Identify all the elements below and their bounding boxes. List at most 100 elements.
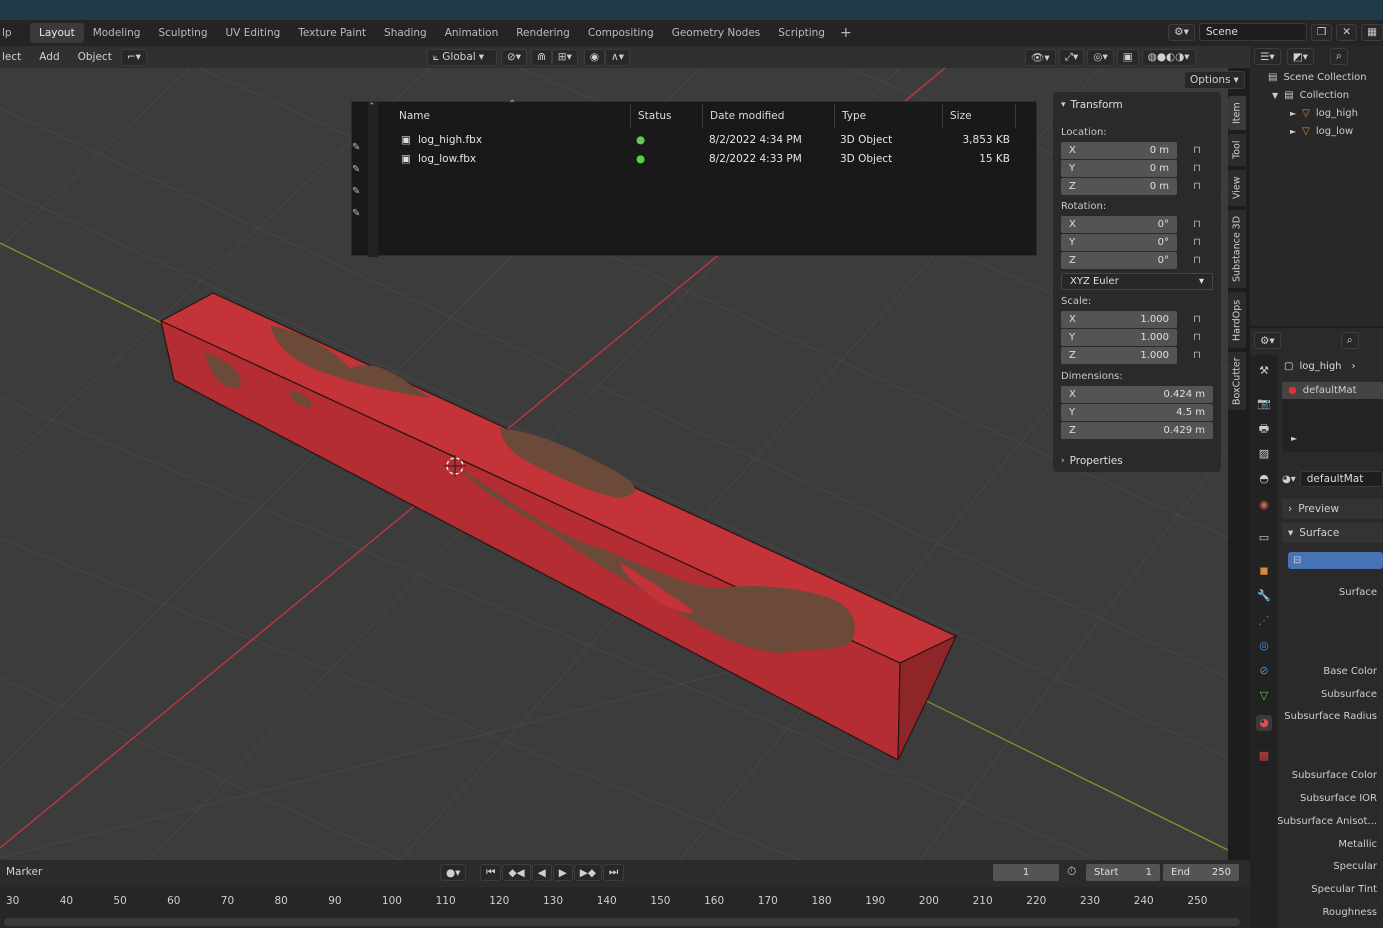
world-icon[interactable]: ◉ [1256, 497, 1272, 513]
start-frame-field[interactable]: Start 1 [1086, 864, 1160, 881]
rotation-y-field[interactable]: Y 0° [1061, 234, 1177, 251]
lock-icon[interactable]: ⊓ [1193, 332, 1205, 343]
scale-y-field[interactable]: Y 1.000 [1061, 329, 1177, 346]
pivot-point-icon[interactable]: ⊘▾ [500, 48, 527, 66]
column-header-type[interactable]: Type [835, 104, 943, 128]
falloff-icon[interactable]: ∧▾ [605, 48, 631, 66]
scene-name-field[interactable]: Scene [1198, 23, 1307, 41]
menu-add[interactable]: Add [30, 51, 68, 63]
constraints-icon[interactable]: ⊘ [1256, 663, 1272, 679]
overlay-icon[interactable]: ◎▾ [1087, 48, 1114, 66]
outliner-collection[interactable]: ▼ ▤ Collection [1272, 90, 1349, 101]
tab-sculpting[interactable]: Sculpting [149, 23, 216, 43]
lock-icon[interactable]: ⊓ [1193, 255, 1205, 266]
next-keyframe-icon[interactable]: ▶◆ [573, 864, 602, 881]
dimensions-z-field[interactable]: Z 0.429 m [1061, 422, 1213, 439]
tab-geometry-nodes[interactable]: Geometry Nodes [663, 23, 770, 43]
play-reverse-icon[interactable]: ◀ [531, 864, 552, 881]
transform-panel-header[interactable]: ▾ Transform [1061, 96, 1123, 113]
use-nodes-button[interactable]: ⊟ [1288, 552, 1383, 569]
shading-modes-icon[interactable]: ◍●◐◑▾ [1141, 48, 1196, 66]
lock-icon[interactable]: ⊓ [1193, 145, 1205, 156]
file-browser-scroll-track[interactable]: ⌃ [368, 102, 378, 257]
pin-icon[interactable]: ✎ [352, 186, 360, 197]
transform-orientation-dropdown[interactable]: ⟀ Global ▾ [426, 48, 497, 66]
material-browse-icon[interactable]: ◕▾ [1282, 474, 1296, 485]
lock-icon[interactable]: ⊓ [1193, 350, 1205, 361]
jump-start-icon[interactable]: ⏮ [480, 864, 502, 881]
material-slot[interactable]: ● defaultMat [1282, 382, 1383, 399]
surface-panel-header[interactable]: ▾ Surface [1282, 523, 1383, 543]
current-frame-field[interactable]: 1 [993, 864, 1059, 881]
delete-scene-icon[interactable]: ✕ [1336, 23, 1358, 41]
lock-icon[interactable]: ⊓ [1193, 219, 1205, 230]
tab-tool[interactable]: Tool [1228, 134, 1246, 166]
render-icon[interactable]: 📷 [1256, 396, 1272, 412]
end-frame-field[interactable]: End 250 [1163, 864, 1239, 881]
xray-icon[interactable]: ▣ [1116, 48, 1139, 66]
display-mode-icon[interactable]: ◩▾ [1286, 48, 1314, 65]
outliner-scene-collection[interactable]: ▤ Scene Collection [1268, 72, 1367, 83]
material-icon[interactable]: ◕ [1256, 715, 1272, 731]
proportional-edit-icon[interactable]: ◉ [583, 48, 606, 66]
prev-keyframe-icon[interactable]: ◆◀ [502, 864, 531, 881]
editor-type-icon[interactable]: ⚙▾ [1254, 332, 1281, 349]
play-icon[interactable]: ▶ [552, 864, 573, 881]
pin-icon[interactable]: ✎ [352, 164, 360, 175]
marker-menu[interactable]: Marker [6, 866, 42, 878]
stopwatch-icon[interactable]: ⏱ [1067, 864, 1076, 879]
outliner-item-log-high[interactable]: ► ▽ log_high [1290, 108, 1358, 119]
rotation-x-field[interactable]: X 0° [1061, 216, 1177, 233]
view-layer-icon[interactable]: ▨ [1256, 446, 1272, 462]
search-icon[interactable]: ⌕ [1329, 48, 1348, 65]
chevron-up-icon[interactable]: ⌃ [368, 102, 376, 112]
tool-settings-icon[interactable]: ⚒ [1256, 363, 1272, 379]
gizmo-icon[interactable]: ⤢▾ [1058, 48, 1085, 66]
view-layer-icon[interactable]: ▦ [1361, 23, 1383, 41]
tab-texture-paint[interactable]: Texture Paint [289, 23, 375, 43]
timeline-scrollbar[interactable] [4, 918, 1240, 926]
lock-icon[interactable]: ⊓ [1193, 163, 1205, 174]
modifier-wrench-icon[interactable]: 🔧 [1256, 588, 1272, 604]
tab-scripting[interactable]: Scripting [769, 23, 834, 43]
scale-x-field[interactable]: X 1.000 [1061, 311, 1177, 328]
location-z-field[interactable]: Z 0 m [1061, 178, 1177, 195]
particles-icon[interactable]: ⋰ [1256, 613, 1272, 629]
tab-compositing[interactable]: Compositing [579, 23, 663, 43]
search-icon[interactable]: ⌕ [1340, 332, 1359, 349]
menu-help-partial[interactable]: lp [0, 23, 30, 43]
location-x-field[interactable]: X 0 m [1061, 142, 1177, 159]
expand-triangle-icon[interactable]: ► [1291, 434, 1297, 443]
rotation-mode-dropdown[interactable]: XYZ Euler ▾ [1061, 273, 1213, 290]
pin-icon[interactable]: ✎ [352, 208, 360, 219]
log-mesh[interactable] [159, 292, 958, 761]
material-slot-list[interactable]: ● defaultMat ► [1282, 382, 1383, 452]
location-y-field[interactable]: Y 0 m [1061, 160, 1177, 177]
editor-type-icon[interactable]: ☰▾ [1254, 48, 1281, 65]
options-dropdown[interactable]: Options ▾ [1184, 71, 1245, 89]
tab-animation[interactable]: Animation [436, 23, 508, 43]
tab-view[interactable]: View [1228, 170, 1246, 206]
tab-layout[interactable]: Layout [30, 23, 84, 43]
object-properties-icon[interactable]: ◼ [1256, 563, 1272, 579]
column-header-date[interactable]: Date modified [703, 104, 835, 128]
scene-icon[interactable]: ◓ [1256, 471, 1272, 487]
properties-panel-header[interactable]: › Properties [1061, 452, 1123, 469]
add-workspace-button[interactable]: + [834, 25, 858, 41]
preview-panel-header[interactable]: › Preview [1282, 499, 1383, 519]
texture-checker-icon[interactable]: ▩ [1256, 748, 1272, 764]
collection-icon[interactable]: ▭ [1256, 530, 1272, 546]
dimensions-x-field[interactable]: X 0.424 m [1061, 386, 1213, 403]
tab-substance-3d[interactable]: Substance 3D [1228, 210, 1246, 288]
tab-rendering[interactable]: Rendering [507, 23, 579, 43]
lock-icon[interactable]: ⊓ [1193, 237, 1205, 248]
menu-select[interactable]: lect [0, 51, 30, 63]
new-scene-icon[interactable]: ❐ [1310, 23, 1333, 41]
visibility-eye-icon[interactable]: 👁▾ [1025, 48, 1056, 66]
snap-increment-icon[interactable]: ⊞▾ [551, 48, 578, 66]
output-icon[interactable]: 🖶 [1256, 421, 1272, 437]
column-header-status[interactable]: Status [631, 104, 703, 128]
tab-uv-editing[interactable]: UV Editing [217, 23, 290, 43]
material-selector[interactable]: ◕▾ defaultMat [1282, 470, 1383, 488]
tab-boxcutter[interactable]: BoxCutter [1228, 352, 1246, 410]
